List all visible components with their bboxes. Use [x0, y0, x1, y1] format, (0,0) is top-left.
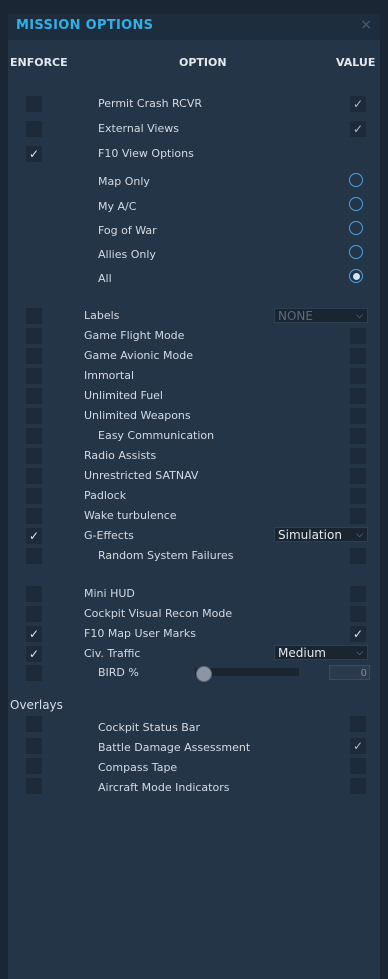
value-checkbox-unlimited-fuel[interactable]: [350, 388, 366, 404]
enforce-checkbox-padlock[interactable]: [26, 488, 42, 504]
value-checkbox-easy-communication[interactable]: [350, 428, 366, 444]
civ-traffic-dropdown[interactable]: Medium ⌵: [274, 645, 368, 660]
enforce-checkbox-civ-traffic[interactable]: ✓: [26, 646, 42, 662]
enforce-checkbox-easy-communication[interactable]: [26, 428, 42, 444]
option-immortal: Immortal: [84, 369, 135, 382]
enforce-checkbox-unlimited-weapons[interactable]: [26, 408, 42, 424]
option-f10-map-user-marks: F10 Map User Marks: [84, 627, 196, 640]
enforce-checkbox-wake-turbulence[interactable]: [26, 508, 42, 524]
option-allies-only: Allies Only: [98, 248, 156, 261]
enforce-checkbox-aircraft-mode-indicators[interactable]: [26, 778, 42, 794]
chevron-down-icon: ⌵: [356, 648, 363, 658]
value-checkbox-compass-tape[interactable]: [350, 758, 366, 774]
option-unlimited-fuel: Unlimited Fuel: [84, 389, 163, 402]
option-cockpit-status-bar: Cockpit Status Bar: [98, 721, 201, 734]
value-checkbox-battle-damage-assessment[interactable]: ✓: [350, 738, 366, 754]
radio-my-ac[interactable]: [349, 197, 363, 211]
enforce-checkbox-f10-map-user-marks[interactable]: ✓: [26, 626, 42, 642]
labels-dropdown-value: NONE: [278, 309, 313, 323]
value-checkbox-random-system-failures[interactable]: [350, 548, 366, 564]
enforce-checkbox-immortal[interactable]: [26, 368, 42, 384]
mission-options-panel: MISSION OPTIONS ×: [8, 14, 380, 979]
value-checkbox-wake-turbulence[interactable]: [350, 508, 366, 524]
enforce-checkbox-compass-tape[interactable]: [26, 758, 42, 774]
enforce-checkbox-bird-pct[interactable]: [26, 665, 42, 681]
enforce-checkbox-game-flight-mode[interactable]: [26, 328, 42, 344]
enforce-checkbox-game-avionic-mode[interactable]: [26, 348, 42, 364]
option-aircraft-mode-indicators: Aircraft Mode Indicators: [98, 781, 230, 794]
option-radio-assists: Radio Assists: [84, 449, 157, 462]
header-value: VALUE: [336, 56, 376, 69]
option-bird-pct: BIRD %: [98, 666, 139, 679]
enforce-checkbox-g-effects[interactable]: ✓: [26, 528, 42, 544]
enforce-checkbox-permit-crash[interactable]: [26, 96, 42, 112]
option-my-ac: My A/C: [98, 200, 137, 213]
g-effects-dropdown[interactable]: Simulation ⌵: [274, 527, 368, 542]
value-checkbox-external-views[interactable]: ✓: [350, 121, 366, 137]
option-fog-of-war: Fog of War: [98, 224, 157, 237]
enforce-checkbox-f10-view-options[interactable]: ✓: [26, 146, 42, 162]
option-battle-damage-assessment: Battle Damage Assessment: [98, 741, 251, 754]
option-map-only: Map Only: [98, 175, 150, 188]
enforce-checkbox-cockpit-status-bar[interactable]: [26, 716, 42, 732]
header-enforce: ENFORCE: [10, 56, 68, 69]
header-option: OPTION: [179, 56, 227, 69]
value-checkbox-radio-assists[interactable]: [350, 448, 366, 464]
value-checkbox-mini-hud[interactable]: [350, 586, 366, 602]
option-g-effects: G-Effects: [84, 529, 134, 542]
option-padlock: Padlock: [84, 489, 127, 502]
value-checkbox-cockpit-status-bar[interactable]: [350, 716, 366, 732]
option-external-views: External Views: [98, 122, 179, 135]
value-checkbox-f10-map-user-marks[interactable]: ✓: [350, 626, 366, 642]
option-unlimited-weapons: Unlimited Weapons: [84, 409, 191, 422]
enforce-checkbox-labels[interactable]: [26, 308, 42, 324]
enforce-checkbox-radio-assists[interactable]: [26, 448, 42, 464]
value-checkbox-permit-crash[interactable]: ✓: [350, 96, 366, 112]
radio-allies-only[interactable]: [349, 245, 363, 259]
option-civ-traffic: Civ. Traffic: [84, 647, 141, 660]
option-compass-tape: Compass Tape: [98, 761, 178, 774]
value-checkbox-padlock[interactable]: [350, 488, 366, 504]
chevron-down-icon: ⌵: [356, 530, 363, 540]
value-checkbox-game-avionic-mode[interactable]: [350, 348, 366, 364]
window-title: MISSION OPTIONS: [16, 18, 154, 33]
option-permit-crash: Permit Crash RCVR: [98, 97, 203, 110]
option-cockpit-visual-recon: Cockpit Visual Recon Mode: [84, 607, 233, 620]
title-bar: MISSION OPTIONS ×: [8, 14, 380, 40]
bird-pct-input[interactable]: 0: [329, 665, 370, 680]
enforce-checkbox-external-views[interactable]: [26, 121, 42, 137]
enforce-checkbox-cockpit-visual-recon[interactable]: [26, 606, 42, 622]
overlays-section-title: Overlays: [10, 698, 63, 712]
radio-fog-of-war[interactable]: [349, 221, 363, 235]
option-unrestricted-satnav: Unrestricted SATNAV: [84, 469, 199, 482]
value-checkbox-unlimited-weapons[interactable]: [350, 408, 366, 424]
value-checkbox-aircraft-mode-indicators[interactable]: [350, 778, 366, 794]
enforce-checkbox-unlimited-fuel[interactable]: [26, 388, 42, 404]
enforce-checkbox-random-system-failures[interactable]: [26, 548, 42, 564]
value-checkbox-unrestricted-satnav[interactable]: [350, 468, 366, 484]
radio-map-only[interactable]: [349, 173, 363, 187]
value-checkbox-cockpit-visual-recon[interactable]: [350, 606, 366, 622]
chevron-down-icon: ⌵: [356, 311, 363, 321]
enforce-checkbox-battle-damage-assessment[interactable]: [26, 738, 42, 754]
option-labels: Labels: [84, 309, 120, 322]
option-easy-communication: Easy Communication: [98, 429, 215, 442]
option-game-flight-mode: Game Flight Mode: [84, 329, 185, 342]
civ-traffic-dropdown-value: Medium: [278, 646, 326, 660]
option-mini-hud: Mini HUD: [84, 587, 135, 600]
bird-pct-slider-knob[interactable]: [196, 666, 212, 682]
enforce-checkbox-mini-hud[interactable]: [26, 586, 42, 602]
option-f10-view-options: F10 View Options: [98, 147, 194, 160]
labels-dropdown[interactable]: NONE ⌵: [274, 308, 368, 323]
option-wake-turbulence: Wake turbulence: [84, 509, 177, 522]
option-game-avionic-mode: Game Avionic Mode: [84, 349, 193, 362]
g-effects-dropdown-value: Simulation: [278, 528, 342, 542]
enforce-checkbox-unrestricted-satnav[interactable]: [26, 468, 42, 484]
value-checkbox-game-flight-mode[interactable]: [350, 328, 366, 344]
value-checkbox-immortal[interactable]: [350, 368, 366, 384]
close-icon[interactable]: ×: [360, 17, 372, 33]
option-all: All: [98, 272, 112, 285]
option-random-system-failures: Random System Failures: [98, 549, 234, 562]
radio-all[interactable]: [349, 269, 363, 283]
